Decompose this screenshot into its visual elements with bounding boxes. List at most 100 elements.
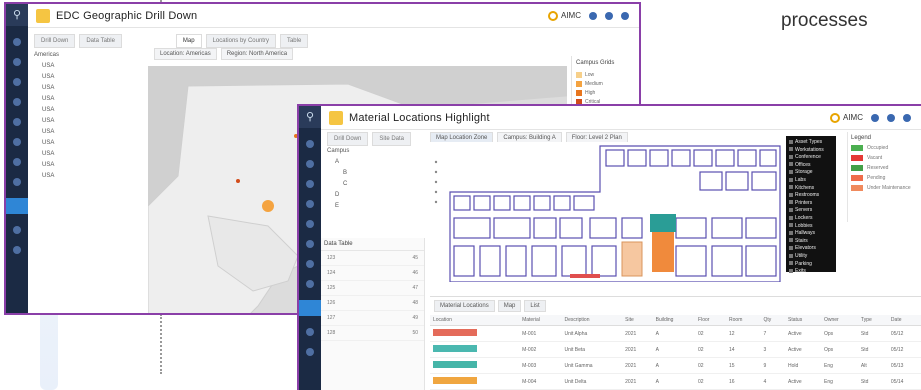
layer-item[interactable]: Labs <box>789 177 833 185</box>
layer-item[interactable]: Parking <box>789 261 833 269</box>
column-header[interactable]: Floor <box>695 315 727 326</box>
tree-node[interactable]: USA <box>34 116 59 127</box>
tree-node[interactable]: USA <box>34 61 59 72</box>
tree-node[interactable]: USA <box>34 138 59 149</box>
nav-icon[interactable] <box>13 178 21 186</box>
grid-tab[interactable]: Map <box>497 300 522 312</box>
tree-node[interactable]: E <box>327 201 349 212</box>
nav-icon[interactable] <box>306 240 314 248</box>
layer-item[interactable]: Conference <box>789 154 833 162</box>
column-header[interactable]: Description <box>561 315 623 326</box>
tree-node[interactable]: B <box>327 168 349 179</box>
tree-node[interactable]: USA <box>34 105 59 116</box>
search-icon[interactable]: ⚲ <box>299 106 321 128</box>
table-row[interactable]: M-001 Unit Alpha 2021 A 02 12 7 Active O… <box>430 325 921 342</box>
nav-icon[interactable] <box>306 220 314 228</box>
column-header[interactable]: Status <box>785 315 821 326</box>
filter-chip[interactable]: Location: Americas <box>154 48 217 60</box>
nav-icon[interactable] <box>13 138 21 146</box>
list-item[interactable]: 127 49 <box>321 311 424 326</box>
settings-icon[interactable] <box>887 113 895 122</box>
column-header[interactable]: Type <box>857 315 888 326</box>
tree-node[interactable]: USA <box>34 83 59 94</box>
settings-icon[interactable] <box>605 11 613 20</box>
tree-node[interactable]: C <box>327 179 349 190</box>
layer-item[interactable]: Storage <box>789 169 833 177</box>
layer-item[interactable]: Servers <box>789 207 833 215</box>
map-marker[interactable] <box>262 200 274 212</box>
user-menu[interactable]: AIMC <box>548 10 581 21</box>
tree-node[interactable]: USA <box>34 160 59 171</box>
layer-item[interactable]: Elevators <box>789 245 833 253</box>
tree-node[interactable]: USA <box>34 149 59 160</box>
tree-node[interactable]: Americas <box>34 50 59 61</box>
nav-icon[interactable] <box>306 280 314 288</box>
column-header[interactable]: Building <box>652 315 696 326</box>
table-row[interactable]: M-004 Unit Delta 2021 A 02 16 4 Active E… <box>430 373 921 390</box>
tree-node[interactable]: D <box>327 190 349 201</box>
layer-item[interactable]: Offices <box>789 162 833 170</box>
nav-icon[interactable] <box>13 226 21 234</box>
layer-item[interactable]: Exits <box>789 268 833 276</box>
nav-icon[interactable] <box>306 260 314 268</box>
tab-site-data[interactable]: Site Data <box>372 132 412 146</box>
help-icon[interactable] <box>589 11 597 20</box>
layer-item[interactable]: Asset Types <box>789 139 833 147</box>
column-header[interactable]: Date <box>887 315 921 326</box>
column-header[interactable]: Location <box>430 315 520 326</box>
help-icon[interactable] <box>871 113 879 122</box>
nav-icon[interactable] <box>13 98 21 106</box>
nav-icon[interactable] <box>306 200 314 208</box>
list-item[interactable]: 126 48 <box>321 296 424 311</box>
highlighted-room[interactable] <box>621 241 643 277</box>
grid-tab[interactable]: List <box>524 300 546 312</box>
floor-plan[interactable] <box>430 142 786 283</box>
table-row[interactable]: M-003 Unit Gamma 2021 A 02 15 9 Hold Eng… <box>430 357 921 374</box>
nav-icon[interactable] <box>306 160 314 168</box>
column-header[interactable]: Owner <box>820 315 858 326</box>
layer-item[interactable]: Workstations <box>789 147 833 155</box>
map-marker[interactable] <box>236 179 240 183</box>
tab-drill-down[interactable]: Drill Down <box>34 34 76 48</box>
nav-icon[interactable] <box>13 78 21 86</box>
nav-icon[interactable] <box>306 328 314 336</box>
nav-icon[interactable] <box>306 140 314 148</box>
tab-map[interactable]: Map <box>175 34 202 48</box>
tree-node[interactable]: USA <box>34 127 59 138</box>
tree-node[interactable]: Campus <box>327 146 349 157</box>
table-row[interactable]: M-002 Unit Beta 2021 A 02 14 3 Active Op… <box>430 341 921 358</box>
tree-node[interactable]: USA <box>34 72 59 83</box>
tree-node[interactable]: USA <box>34 94 59 105</box>
layer-item[interactable]: Utility <box>789 253 833 261</box>
tab-table[interactable]: Table <box>279 34 309 48</box>
nav-icon[interactable] <box>13 58 21 66</box>
layer-item[interactable]: Lockers <box>789 215 833 223</box>
column-header[interactable]: Room <box>726 315 761 326</box>
list-item[interactable]: 123 45 <box>321 251 424 266</box>
column-header[interactable]: Qty <box>760 315 786 326</box>
tree-node[interactable]: A <box>327 157 349 168</box>
list-item[interactable]: 124 46 <box>321 266 424 281</box>
layer-item[interactable]: Stairs <box>789 238 833 246</box>
tab-data-table[interactable]: Data Table <box>79 34 122 48</box>
filter-chip[interactable]: Region: North America <box>220 48 294 60</box>
nav-icon[interactable] <box>13 158 21 166</box>
column-header[interactable]: Material <box>519 315 562 326</box>
nav-icon-active[interactable] <box>299 300 321 316</box>
layer-item[interactable]: Restrooms <box>789 192 833 200</box>
tab-drill-down[interactable]: Drill Down <box>327 132 369 146</box>
profile-icon[interactable] <box>621 11 629 20</box>
nav-icon-active[interactable] <box>6 198 28 214</box>
column-header[interactable]: Site <box>622 315 653 326</box>
highlighted-room[interactable] <box>650 214 676 232</box>
tab-locations[interactable]: Locations by Country <box>205 34 276 48</box>
nav-icon[interactable] <box>13 38 21 46</box>
list-item[interactable]: 128 50 <box>321 326 424 341</box>
highlighted-room[interactable] <box>652 232 674 272</box>
nav-icon[interactable] <box>306 180 314 188</box>
profile-icon[interactable] <box>903 113 911 122</box>
tree-node[interactable]: USA <box>34 171 59 182</box>
user-menu[interactable]: AIMC <box>830 112 863 123</box>
list-item[interactable]: 125 47 <box>321 281 424 296</box>
grid-tab[interactable]: Material Locations <box>434 300 495 312</box>
